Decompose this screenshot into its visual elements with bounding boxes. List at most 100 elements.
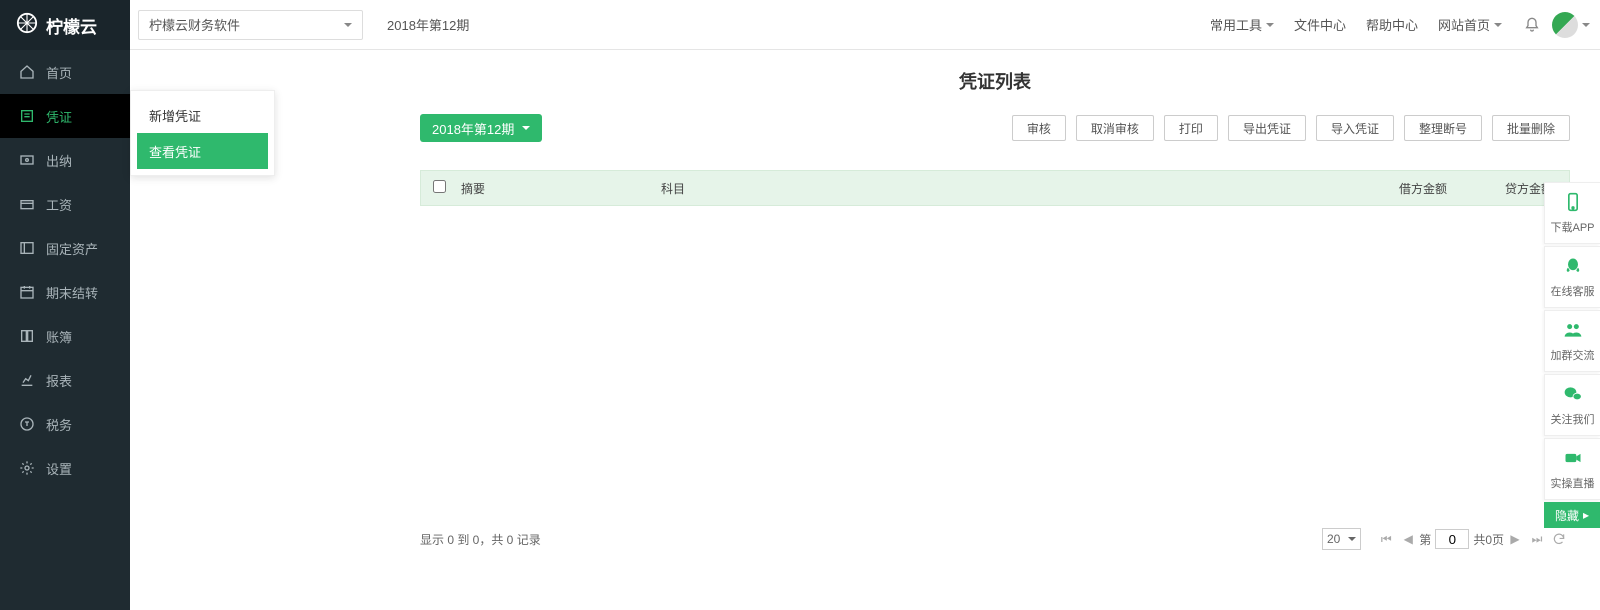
dock-label: 实操直播 xyxy=(1551,475,1595,491)
import-label: 导入凭证 xyxy=(1331,120,1379,137)
dock-label: 下载APP xyxy=(1550,219,1594,235)
page-title: 凭证列表 xyxy=(420,68,1570,94)
chevron-down-icon xyxy=(1582,23,1590,31)
page-size-select[interactable]: 20 xyxy=(1322,528,1361,550)
submenu-label: 查看凭证 xyxy=(149,142,201,161)
batch-delete-button[interactable]: 批量删除 xyxy=(1492,115,1570,141)
app-name: 柠檬云 xyxy=(46,13,97,38)
lemon-icon xyxy=(16,12,46,39)
sidebar-item-tax[interactable]: 税务 xyxy=(0,402,130,446)
topnav-label: 帮助中心 xyxy=(1366,15,1418,34)
pager-next-button[interactable]: ▶ xyxy=(1506,530,1524,548)
avatar[interactable] xyxy=(1552,12,1578,38)
pager-last-button[interactable]: ⏭ xyxy=(1528,530,1546,548)
export-label: 导出凭证 xyxy=(1243,120,1291,137)
table-header: 摘要 科目 借方金额 贷方金额 xyxy=(420,170,1570,206)
pager-suffix: 共0页 xyxy=(1473,531,1504,548)
col-account: 科目 xyxy=(661,180,1337,197)
sidebar-item-ledger[interactable]: 账簿 xyxy=(0,314,130,358)
dock-hide-button[interactable]: 隐藏 ▸ xyxy=(1544,502,1600,528)
sidebar-item-label: 账簿 xyxy=(46,327,72,346)
sidebar-item-assets[interactable]: 固定资产 xyxy=(0,226,130,270)
submenu-new-voucher[interactable]: 新增凭证 xyxy=(137,97,268,133)
chevron-down-icon xyxy=(344,23,352,31)
home-icon xyxy=(18,63,36,81)
submenu-label: 新增凭证 xyxy=(149,106,201,125)
dock-group[interactable]: 加群交流 xyxy=(1544,310,1600,372)
wechat-icon xyxy=(1563,384,1583,407)
print-label: 打印 xyxy=(1179,120,1203,137)
org-select-value: 柠檬云财务软件 xyxy=(149,15,240,34)
app-logo: 柠檬云 xyxy=(0,0,130,50)
pager-page-input[interactable] xyxy=(1435,529,1469,549)
dock-download-app[interactable]: 下载APP xyxy=(1544,182,1600,244)
org-select[interactable]: 柠檬云财务软件 xyxy=(138,10,363,40)
topnav-files[interactable]: 文件中心 xyxy=(1294,15,1346,34)
sidebar-item-label: 期末结转 xyxy=(46,283,98,302)
topnav-help[interactable]: 帮助中心 xyxy=(1366,15,1418,34)
dock-follow[interactable]: 关注我们 xyxy=(1544,374,1600,436)
chevron-down-icon xyxy=(1266,23,1274,31)
sidebar-item-label: 工资 xyxy=(46,195,72,214)
dock-live[interactable]: 实操直播 xyxy=(1544,438,1600,500)
voucher-submenu: 新增凭证 查看凭证 xyxy=(130,90,275,176)
select-all-checkbox[interactable] xyxy=(433,180,446,193)
import-button[interactable]: 导入凭证 xyxy=(1316,115,1394,141)
page-size-value: 20 xyxy=(1327,532,1340,546)
bell-icon[interactable] xyxy=(1518,11,1546,39)
pager-prev-button[interactable]: ◀ xyxy=(1399,530,1417,548)
side-dock: 下载APP 在线客服 加群交流 关注我们 实操直播 隐藏 ▸ xyxy=(1544,182,1600,528)
topnav-label: 网站首页 xyxy=(1438,15,1490,34)
topnav-label: 文件中心 xyxy=(1294,15,1346,34)
sidebar-item-report[interactable]: 报表 xyxy=(0,358,130,402)
gear-icon xyxy=(18,459,36,477)
sidebar-item-salary[interactable]: 工资 xyxy=(0,182,130,226)
topbar: 柠檬云财务软件 2018年第12期 常用工具 文件中心 帮助中心 网站首页 xyxy=(130,0,1600,50)
voucher-icon xyxy=(18,107,36,125)
period-picker[interactable]: 2018年第12期 xyxy=(420,114,542,142)
sidebar-item-label: 固定资产 xyxy=(46,239,98,258)
sidebar-item-label: 税务 xyxy=(46,415,72,434)
main-content: 凭证列表 2018年第12期 审核 取消审核 打印 导出凭证 导入凭证 整理断号… xyxy=(280,50,1600,610)
sidebar-item-label: 设置 xyxy=(46,459,72,478)
dock-online-service[interactable]: 在线客服 xyxy=(1544,246,1600,308)
group-icon xyxy=(1563,320,1583,343)
audit-label: 审核 xyxy=(1027,120,1051,137)
topnav-tools[interactable]: 常用工具 xyxy=(1210,15,1274,34)
pager: 显示 0 到 0，共 0 记录 20 ⏮ ◀ 第 共0页 ▶ ⏭ xyxy=(420,528,1570,550)
sidebar-item-label: 出纳 xyxy=(46,151,72,170)
cash-icon xyxy=(18,151,36,169)
reseq-button[interactable]: 整理断号 xyxy=(1404,115,1482,141)
dock-label: 关注我们 xyxy=(1551,411,1595,427)
toolbar: 2018年第12期 审核 取消审核 打印 导出凭证 导入凭证 整理断号 批量删除 xyxy=(420,114,1570,142)
unaudit-label: 取消审核 xyxy=(1091,120,1139,137)
qq-icon xyxy=(1563,256,1583,279)
assets-icon xyxy=(18,239,36,257)
batch-delete-label: 批量删除 xyxy=(1507,120,1555,137)
sidebar-item-settings[interactable]: 设置 xyxy=(0,446,130,490)
sidebar-item-period-end[interactable]: 期末结转 xyxy=(0,270,130,314)
print-button[interactable]: 打印 xyxy=(1164,115,1218,141)
dock-label: 在线客服 xyxy=(1551,283,1595,299)
period-picker-label: 2018年第12期 xyxy=(432,119,514,138)
col-credit: 贷方金额 xyxy=(1447,180,1557,197)
tax-icon xyxy=(18,415,36,433)
export-button[interactable]: 导出凭证 xyxy=(1228,115,1306,141)
sidebar-item-label: 凭证 xyxy=(46,107,72,126)
audit-button[interactable]: 审核 xyxy=(1012,115,1066,141)
submenu-view-voucher[interactable]: 查看凭证 xyxy=(137,133,268,169)
sidebar-item-cash[interactable]: 出纳 xyxy=(0,138,130,182)
unaudit-button[interactable]: 取消审核 xyxy=(1076,115,1154,141)
sidebar-item-voucher[interactable]: 凭证 xyxy=(0,94,130,138)
sidebar-item-home[interactable]: 首页 xyxy=(0,50,130,94)
video-icon xyxy=(1563,448,1583,471)
sidebar-item-label: 首页 xyxy=(46,63,72,82)
chevron-down-icon xyxy=(1494,23,1502,31)
pager-first-button[interactable]: ⏮ xyxy=(1377,530,1395,548)
caret-down-icon xyxy=(522,126,530,134)
pager-refresh-button[interactable] xyxy=(1550,530,1568,548)
chart-icon xyxy=(18,371,36,389)
dock-hide-label: 隐藏 xyxy=(1555,507,1579,524)
dock-label: 加群交流 xyxy=(1551,347,1595,363)
topnav-home[interactable]: 网站首页 xyxy=(1438,15,1502,34)
